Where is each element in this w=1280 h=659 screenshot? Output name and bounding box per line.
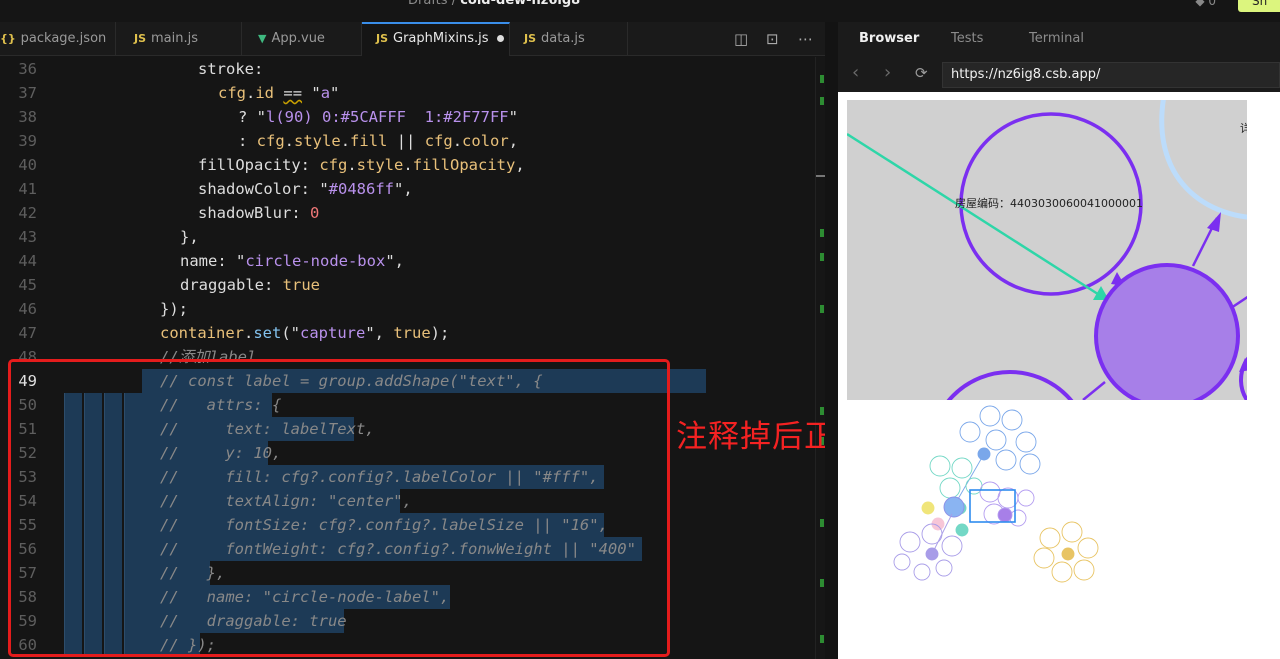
line-number: 41 [18,180,37,198]
tab-package-json[interactable]: {} package.json [0,22,116,56]
code-line[interactable]: 46}); [0,297,815,321]
code-text: container.set("capture", true); [160,324,450,342]
unsaved-dot-icon [496,35,504,42]
breadcrumb-separator: / [451,0,457,8]
graph-node-selected[interactable] [1094,263,1240,400]
change-marker [820,253,824,261]
code-text: cfg.id == "a" [218,84,340,102]
code-text: stroke: [198,60,264,78]
line-number: 37 [18,84,37,102]
code-text: shadowBlur: 0 [198,204,320,222]
refresh-icon[interactable]: ⟳ [915,64,928,82]
js-file-icon: JS [524,32,537,45]
code-text: fillOpacity: cfg.style.fillOpacity, [198,156,525,174]
breadcrumb-root[interactable]: Drafts [408,0,448,8]
change-marker [820,305,824,313]
back-arrow-icon[interactable]: ‹ [852,62,859,83]
code-text: }, [180,228,199,246]
split-editor-icon[interactable]: ◫ [734,30,748,48]
line-number: 36 [18,60,37,78]
breadcrumb-project[interactable]: cold-dew-nz6ig8 [460,0,580,8]
browser-panel: Browser Tests Terminal ‹ › ⟳ https://nz6… [838,22,1280,659]
url-bar[interactable]: https://nz6ig8.csb.app/ [942,62,1280,88]
code-text: ? "l(90) 0:#5CAFFF 1:#2F77FF" [238,108,518,126]
tab-terminal[interactable]: Terminal [1029,31,1084,46]
code-text: draggable: true [180,276,320,294]
more-options-icon[interactable]: ⋯ [798,30,813,48]
notification-count[interactable]: ◆ 0 [1195,0,1216,8]
change-marker [820,635,824,643]
code-line[interactable]: 37 cfg.id == "a" [0,81,815,105]
node-cluster-yellow [1033,521,1099,583]
code-text: }); [160,300,188,318]
node-cluster-blue [953,405,1041,507]
panel-divider[interactable] [825,22,838,659]
line-number: 44 [18,252,37,270]
code-text: name: "circle-node-box", [180,252,404,270]
code-text: : cfg.style.fill || cfg.color, [238,132,519,150]
preview-icon[interactable]: ⊡ [766,30,779,48]
code-text: shadowColor: "#0486ff", [198,180,413,198]
code-line[interactable]: 43}, [0,225,815,249]
tab-main-js[interactable]: JS main.js [116,22,242,56]
graph-zoomed[interactable]: 房屋编码：4403030060041000001 详 [847,100,1247,400]
tab-label: package.json [20,31,107,46]
scrollbar-gutter[interactable] [815,57,826,659]
graph-overview[interactable] [878,402,1158,602]
node-cluster-purple [969,481,1035,527]
line-number: 46 [18,300,37,318]
breadcrumb: Drafts / cold-dew-nz6ig8 [408,0,580,8]
tab-label: GraphMixins.js [393,31,489,46]
code-line[interactable]: 39 : cfg.style.fill || cfg.color, [0,129,815,153]
browser-tab-bar: Browser Tests Terminal [838,22,1280,56]
line-number: 42 [18,204,37,222]
code-line[interactable]: 47 container.set("capture", true); [0,321,815,345]
top-bar: Drafts / cold-dew-nz6ig8 ◆ 0 Sh [0,0,1280,22]
node-cluster-lavender [893,513,963,581]
line-number: 45 [18,276,37,294]
line-number: 40 [18,156,37,174]
forward-arrow-icon[interactable]: › [884,62,891,83]
change-marker [820,579,824,587]
browser-viewport[interactable]: 房屋编码：4403030060041000001 详 [838,92,1280,659]
line-number: 47 [18,324,37,342]
line-number: 39 [18,132,37,150]
node-label: 房屋编码：4403030060041000001 [955,196,1143,210]
change-marker [820,97,824,105]
editor-tab-bar: {} package.json JS main.js ▼ App.vue JS Grap… [0,22,825,56]
code-line[interactable]: 44 name: "circle-node-box", [0,249,815,273]
tab-graphmixins-js[interactable]: JS GraphMixins.js [362,22,510,56]
tab-tests[interactable]: Tests [951,31,983,46]
code-line[interactable]: 40 fillOpacity: cfg.style.fillOpacity, [0,153,815,177]
tab-browser[interactable]: Browser [859,31,919,46]
code-line[interactable]: 41 shadowColor: "#0486ff", [0,177,815,201]
edge-label: 详 [1240,121,1247,135]
count-value: 0 [1208,0,1216,8]
share-button[interactable]: Sh [1238,0,1280,12]
vue-file-icon: ▼ [258,32,267,45]
code-line[interactable]: 42 shadowBlur: 0 [0,201,815,225]
browser-nav-row: ‹ › ⟳ https://nz6ig8.csb.app/ [838,60,1280,90]
tab-label: data.js [541,31,585,46]
highlight-box [8,359,670,657]
tab-label: App.vue [271,31,325,46]
code-line[interactable]: 36 stroke: [0,57,815,81]
tab-label: main.js [151,31,199,46]
change-marker [820,75,824,83]
tab-data-js[interactable]: JS data.js [510,22,628,56]
json-file-icon: {} [0,32,16,45]
tab-app-vue[interactable]: ▼ App.vue [242,22,362,56]
line-number: 38 [18,108,37,126]
change-marker [820,519,824,527]
code-line[interactable]: 38 ? "l(90) 0:#5CAFFF 1:#2F77FF" [0,105,815,129]
line-number: 43 [18,228,37,246]
js-file-icon: JS [134,32,147,45]
change-marker [820,229,824,237]
js-file-icon: JS [376,32,389,45]
code-line[interactable]: 45 draggable: true [0,273,815,297]
